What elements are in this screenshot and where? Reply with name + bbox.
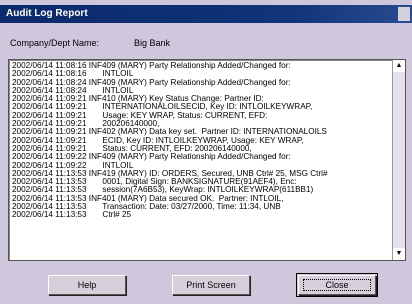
log-line: 2002/06/14 11:09:21 ECID, Key ID: INTLOI… [12, 136, 304, 145]
log-line: 2002/06/14 11:09:22 INF409 (MARY) Party … [12, 153, 291, 162]
log-line: 2002/06/14 11:08:24 INF409 (MARY) Party … [12, 78, 291, 87]
print-screen-button[interactable]: Print Screen [172, 275, 250, 295]
log-line: 2002/06/14 11:09:21 INF410 (MARY) Key St… [12, 95, 264, 104]
help-button[interactable]: Help [48, 275, 126, 295]
log-line: 2002/06/14 11:09:21 Status: CURRENT, EFD… [12, 144, 252, 153]
log-line: 2002/06/14 11:13:53 INF401 (MARY) Data s… [12, 194, 284, 203]
window-control-edge[interactable] [398, 7, 410, 21]
log-line: 2002/06/14 11:09:21 200206140000, [12, 120, 160, 129]
log-line: 2002/06/14 11:08:16 INF409 (MARY) Party … [12, 62, 291, 70]
focus-rect [303, 279, 371, 291]
log-line: 2002/06/14 11:09:22 INTLOIL [12, 161, 134, 170]
button-bar: Help Print Screen Close [0, 273, 412, 299]
arrow-up-icon[interactable]: ▲ [393, 60, 405, 72]
log-line: 2002/06/14 11:08:16 INTLOIL [12, 70, 134, 79]
log-line: 2002/06/14 11:13:53 Transaction: Date: 0… [12, 203, 281, 212]
audit-log-textarea[interactable]: 2002/06/14 11:08:16 INF409 (MARY) Party … [8, 59, 406, 261]
title-bar[interactable]: Audit Log Report [0, 5, 412, 23]
dialog-panel: Company/Dept Name: Big Bank 2002/06/14 1… [0, 23, 412, 304]
close-button[interactable]: Close [296, 273, 378, 297]
log-line: 2002/06/14 11:13:53 Ctrl# 25 [12, 211, 132, 220]
arrow-down-icon[interactable]: ▼ [393, 248, 405, 260]
log-line: 2002/06/14 11:09:21 INTERNATIONALOILSECI… [12, 103, 313, 112]
log-line: 2002/06/14 11:09:21 Usage: KEY WRAP, Sta… [12, 111, 268, 120]
vertical-scrollbar[interactable]: ▲ ▼ [392, 60, 405, 260]
log-line: 2002/06/14 11:08:24 INTLOIL [12, 86, 134, 95]
log-line: 2002/06/14 11:13:53 INF419 (MARY) ID: OR… [12, 169, 328, 178]
log-line: 2002/06/14 11:13:53 0001, Digital Sign: … [12, 178, 297, 187]
log-line: 2002/06/14 11:13:53 session(7A6B53), Key… [12, 186, 314, 195]
log-lines: 2002/06/14 11:08:16 INF409 (MARY) Party … [12, 62, 391, 220]
company-value: Big Bank [134, 38, 171, 48]
window-title: Audit Log Report [6, 8, 88, 19]
log-line: 2002/06/14 11:09:21 INF402 (MARY) Data k… [12, 128, 327, 137]
company-label: Company/Dept Name: [10, 38, 100, 48]
